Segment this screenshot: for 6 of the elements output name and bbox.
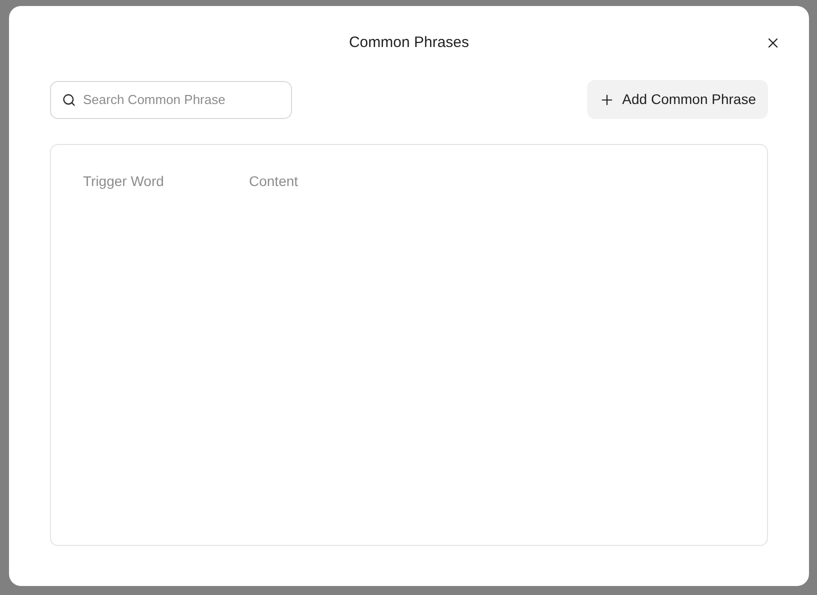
column-header: Trigger Word: [83, 172, 165, 191]
column-header: Content: [249, 172, 298, 191]
search-icon: [62, 92, 76, 106]
dialog-title: Common Phrases: [348, 32, 470, 53]
search-field[interactable]: Search Common Phrase: [50, 80, 292, 118]
add-phrase-button[interactable]: Add Common Phrase: [587, 80, 768, 119]
